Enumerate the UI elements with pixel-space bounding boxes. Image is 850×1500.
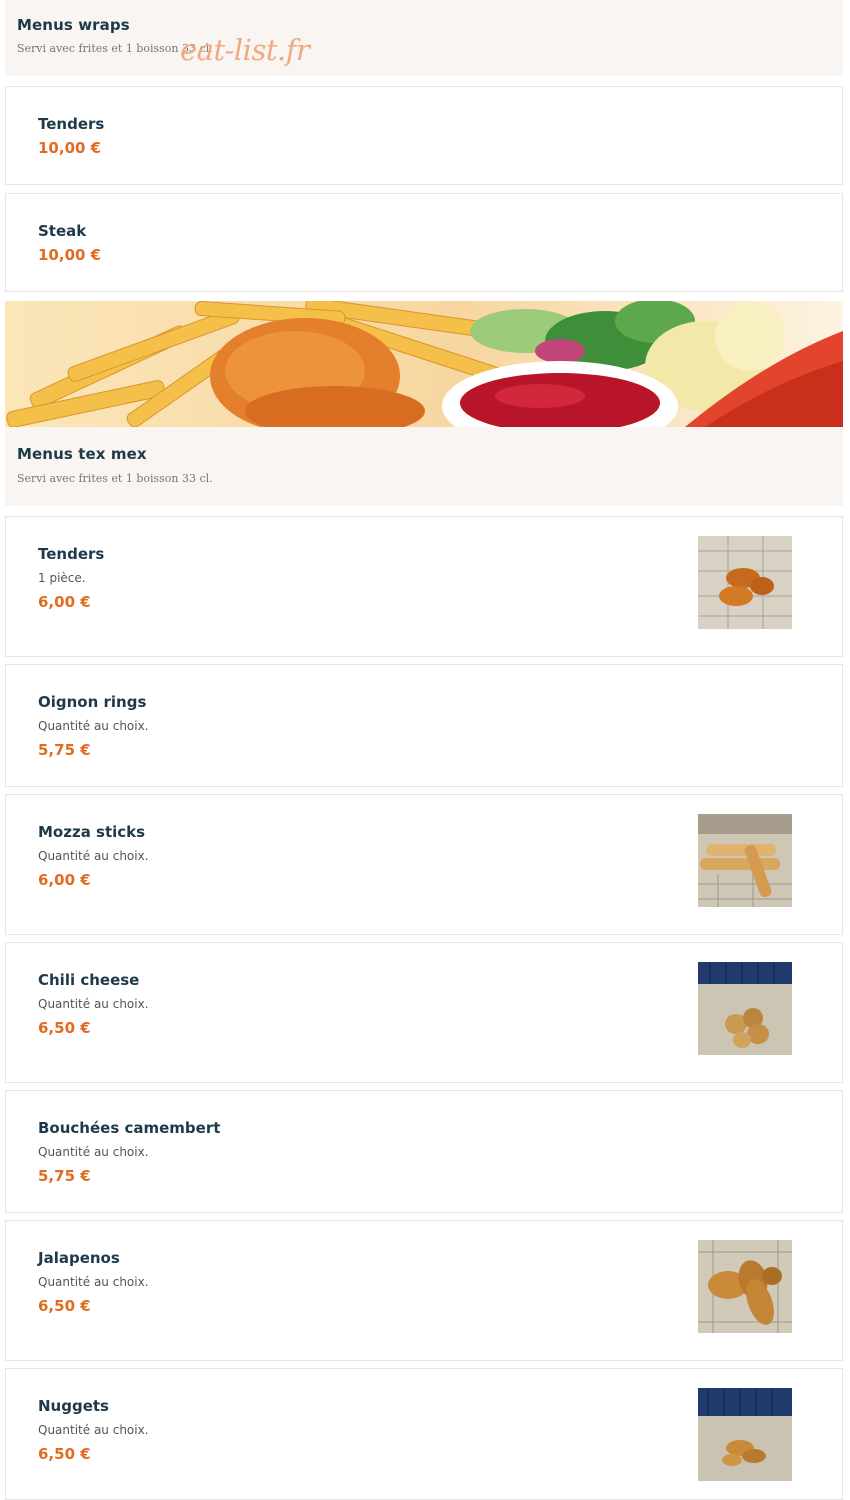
section-title: Menus tex mex <box>17 445 147 463</box>
item-price: 6,50 € <box>38 1445 91 1463</box>
item-name: Steak <box>38 222 87 240</box>
item-name: Tenders <box>38 115 105 133</box>
item-name: Oignon rings <box>38 693 147 711</box>
item-price: 10,00 € <box>38 246 102 264</box>
item-price: 6,00 € <box>38 593 91 611</box>
item-price: 6,50 € <box>38 1297 91 1315</box>
item-description: Quantité au choix. <box>38 1275 149 1289</box>
menu-item-card[interactable]: Oignon rings Quantité au choix. 5,75 € <box>5 664 843 787</box>
section-header-wraps: Menus wraps Servi avec frites et 1 boiss… <box>5 0 843 76</box>
menu-item-card[interactable]: Tenders 1 pièce. 6,00 € <box>5 516 843 657</box>
menu-item-card[interactable]: Bouchées camembert Quantité au choix. 5,… <box>5 1090 843 1213</box>
jalapenos-photo[interactable] <box>698 1240 792 1333</box>
banner-image-fries-nuggets <box>5 301 843 427</box>
item-description: 1 pièce. <box>38 571 86 585</box>
menu-item-card[interactable]: Chili cheese Quantité au choix. 6,50 € <box>5 942 843 1083</box>
item-description: Quantité au choix. <box>38 1145 149 1159</box>
section-title: Menus wraps <box>17 16 130 34</box>
menu-item-card[interactable]: Nuggets Quantité au choix. 6,50 € <box>5 1368 843 1500</box>
chili-cheese-photo[interactable] <box>698 962 792 1055</box>
section-header-texmex: Menus tex mex Servi avec frites et 1 boi… <box>5 427 843 506</box>
item-name: Bouchées camembert <box>38 1119 221 1137</box>
item-name: Chili cheese <box>38 971 140 989</box>
item-price: 10,00 € <box>38 139 102 157</box>
item-name: Jalapenos <box>38 1249 120 1267</box>
menu-item-card[interactable]: Jalapenos Quantité au choix. 6,50 € <box>5 1220 843 1361</box>
item-price: 6,00 € <box>38 871 91 889</box>
watermark: eat-list.fr <box>180 33 310 67</box>
tenders-photo[interactable] <box>698 536 792 629</box>
item-name: Tenders <box>38 545 105 563</box>
menu-item-card[interactable]: Tenders 10,00 € <box>5 86 843 185</box>
item-price: 5,75 € <box>38 1167 91 1185</box>
nuggets-photo[interactable] <box>698 1388 792 1481</box>
menu-item-card[interactable]: Steak 10,00 € <box>5 193 843 292</box>
item-description: Quantité au choix. <box>38 849 149 863</box>
item-description: Quantité au choix. <box>38 1423 149 1437</box>
mozza-sticks-photo[interactable] <box>698 814 792 907</box>
item-price: 6,50 € <box>38 1019 91 1037</box>
menu-item-card[interactable]: Mozza sticks Quantité au choix. 6,00 € <box>5 794 843 935</box>
item-description: Quantité au choix. <box>38 997 149 1011</box>
section-subtitle: Servi avec frites et 1 boisson 33 cl. <box>17 472 213 485</box>
item-description: Quantité au choix. <box>38 719 149 733</box>
item-price: 5,75 € <box>38 741 91 759</box>
item-name: Mozza sticks <box>38 823 146 841</box>
item-name: Nuggets <box>38 1397 109 1415</box>
